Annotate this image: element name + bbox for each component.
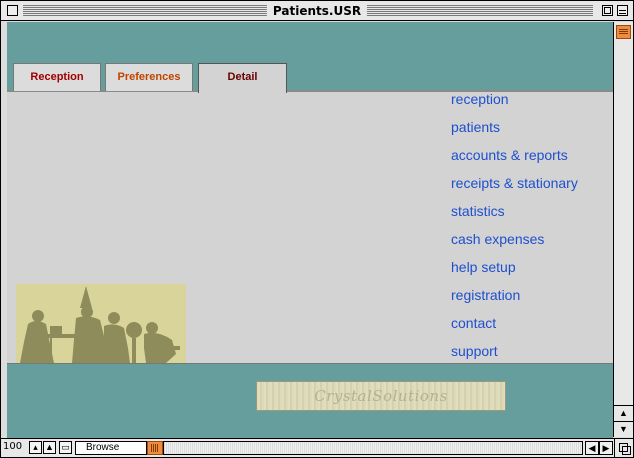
link-reception[interactable]: reception <box>451 91 611 119</box>
zoom-out-icon[interactable]: ▴ <box>29 441 42 454</box>
zoom-in-icon[interactable]: ▲ <box>43 441 56 454</box>
status-area-toggle-icon[interactable]: ▭ <box>59 441 72 454</box>
status-bar: 100 ▴ ▲ ▭ Browse ◀ ▶ <box>1 438 633 457</box>
scroll-down-arrow-icon[interactable]: ▼ <box>614 421 633 437</box>
collapse-box-icon[interactable] <box>617 5 628 16</box>
zoom-box-icon[interactable] <box>602 5 613 16</box>
link-cash-expenses[interactable]: cash expenses <box>451 231 611 259</box>
logo-text: CrystalSolutions <box>314 387 448 405</box>
scroll-right-arrow-icon[interactable]: ▶ <box>599 441 613 455</box>
nav-links: reception patients accounts & reports re… <box>451 91 611 371</box>
link-patients[interactable]: patients <box>451 119 611 147</box>
zoom-level: 100 <box>3 441 23 452</box>
title-bar[interactable]: Patients.USR <box>1 1 633 21</box>
horizontal-scroll-track[interactable] <box>163 441 583 455</box>
scientists-illustration <box>16 284 186 363</box>
logo-banner: CrystalSolutions <box>256 381 506 411</box>
horizontal-scroll-thumb[interactable] <box>147 441 163 455</box>
resize-grow-box-icon[interactable] <box>614 439 633 457</box>
link-contact[interactable]: contact <box>451 315 611 343</box>
tab-preferences[interactable]: Preferences <box>105 63 193 91</box>
link-receipts-stationary[interactable]: receipts & stationary <box>451 175 611 203</box>
vertical-scrollbar[interactable]: ▲ ▼ <box>613 22 633 437</box>
link-accounts-reports[interactable]: accounts & reports <box>451 147 611 175</box>
layout-content: Reception Preferences Detail reception p… <box>7 22 613 438</box>
scroll-up-arrow-icon[interactable]: ▲ <box>614 405 633 421</box>
scroll-left-arrow-icon[interactable]: ◀ <box>585 441 599 455</box>
link-registration[interactable]: registration <box>451 287 611 315</box>
mode-selector[interactable]: Browse <box>75 441 147 455</box>
vertical-scroll-thumb[interactable] <box>616 25 631 39</box>
link-help-setup[interactable]: help setup <box>451 259 611 287</box>
app-window: Patients.USR Reception Preferences Detai… <box>0 0 634 458</box>
window-title: Patients.USR <box>266 3 368 19</box>
tab-reception[interactable]: Reception <box>13 63 101 91</box>
close-box-icon[interactable] <box>7 5 18 16</box>
tab-detail[interactable]: Detail <box>198 63 287 93</box>
link-statistics[interactable]: statistics <box>451 203 611 231</box>
